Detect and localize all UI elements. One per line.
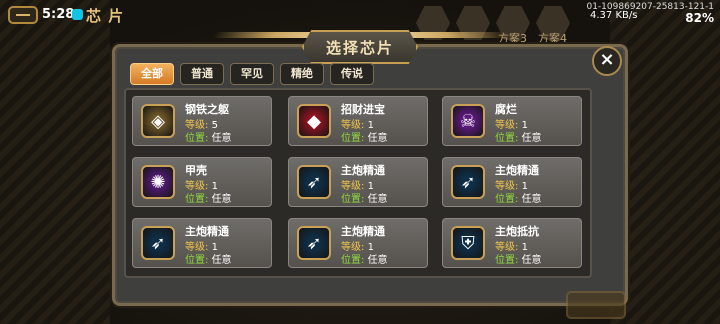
- chip-position-row: 位置: 任意: [341, 190, 388, 205]
- cannon-shell-icon: ➶: [297, 226, 331, 260]
- position-label: 位置:: [185, 255, 209, 266]
- position-label: 位置:: [341, 255, 365, 266]
- chip-card[interactable]: ➶ 主炮精通 等级: 1 位置: 任意: [442, 157, 582, 207]
- fortune-gem-icon: ◆: [297, 104, 331, 138]
- close-button[interactable]: ×: [592, 46, 622, 76]
- hazard-stripes-left: [0, 0, 110, 324]
- chip-position-row: 位置: 任意: [341, 251, 388, 266]
- chip-position-row: 位置: 任意: [185, 190, 232, 205]
- position-label: 位置:: [341, 194, 365, 205]
- chip-position-row: 位置: 任意: [341, 129, 388, 144]
- chip-name: 主炮抵抗: [495, 225, 539, 238]
- chip-position-row: 位置: 任意: [185, 251, 232, 266]
- app-notification-icon: [72, 9, 83, 20]
- chip-name: 主炮精通: [495, 164, 539, 177]
- dialog-title: 选择芯片: [302, 30, 418, 64]
- chip-position: 任意: [367, 133, 388, 144]
- rot-skull-icon: ☠: [451, 104, 485, 138]
- chip-card[interactable]: ☠ 腐烂 等级: 1 位置: 任意: [442, 96, 582, 146]
- back-button[interactable]: [8, 6, 38, 24]
- position-label: 位置:: [185, 133, 209, 144]
- position-label: 位置:: [495, 133, 519, 144]
- position-label: 位置:: [185, 194, 209, 205]
- chip-name: 招财进宝: [341, 103, 385, 116]
- chip-position-row: 位置: 任意: [185, 129, 232, 144]
- cannon-shell-icon: ➶: [141, 226, 175, 260]
- chip-card[interactable]: ✺ 甲壳 等级: 1 位置: 任意: [132, 157, 272, 207]
- cannon-shell-icon: ➶: [297, 165, 331, 199]
- chip-name: 腐烂: [495, 103, 517, 116]
- position-label: 位置:: [495, 194, 519, 205]
- clock: 5:28: [42, 7, 75, 22]
- chip-name: 主炮精通: [341, 225, 385, 238]
- chip-position: 任意: [521, 194, 542, 205]
- chip-card[interactable]: ◆ 招财进宝 等级: 1 位置: 任意: [288, 96, 428, 146]
- chip-position-row: 位置: 任意: [495, 190, 542, 205]
- beetle-shell-icon: ✺: [141, 165, 175, 199]
- tab-rare[interactable]: 罕见: [230, 63, 274, 85]
- position-label: 位置:: [341, 133, 365, 144]
- chip-name: 主炮精通: [341, 164, 385, 177]
- chip-card[interactable]: ➶ 主炮精通 等级: 1 位置: 任意: [288, 157, 428, 207]
- rarity-tabs: 全部 普通 罕见 精绝 传说: [130, 63, 374, 85]
- chip-position: 任意: [521, 255, 542, 266]
- tab-common[interactable]: 普通: [180, 63, 224, 85]
- chip-position: 任意: [211, 255, 232, 266]
- confirm-button[interactable]: [566, 291, 626, 319]
- chip-card[interactable]: ⛨ 主炮抵抗 等级: 1 位置: 任意: [442, 218, 582, 268]
- tab-all[interactable]: 全部: [130, 63, 174, 85]
- chip-name: 甲壳: [185, 164, 207, 177]
- chip-card[interactable]: ➶ 主炮精通 等级: 1 位置: 任意: [132, 218, 272, 268]
- chip-position: 任意: [211, 133, 232, 144]
- cannon-shell-icon: ➶: [451, 165, 485, 199]
- chip-card[interactable]: ➶ 主炮精通 等级: 1 位置: 任意: [288, 218, 428, 268]
- chip-position: 任意: [367, 255, 388, 266]
- tab-legend[interactable]: 传说: [330, 63, 374, 85]
- chip-position-row: 位置: 任意: [495, 251, 542, 266]
- battery-level: 82%: [685, 11, 714, 25]
- chip-card[interactable]: ◈ 钢铁之躯 等级: 5 位置: 任意: [132, 96, 272, 146]
- tab-elite[interactable]: 精绝: [280, 63, 324, 85]
- system-info: 01-109869207-25813-121-1 82%: [586, 2, 714, 24]
- chip-position-row: 位置: 任意: [495, 129, 542, 144]
- shield-icon: ⛨: [451, 226, 485, 260]
- status-bar: 5:28 芯 片 4.37 KB/s 01-109869207-25813-12…: [0, 0, 720, 30]
- chip-name: 主炮精通: [185, 225, 229, 238]
- chip-position: 任意: [367, 194, 388, 205]
- position-label: 位置:: [495, 255, 519, 266]
- chip-position: 任意: [211, 194, 232, 205]
- chip-name: 钢铁之躯: [185, 103, 229, 116]
- chip-position: 任意: [521, 133, 542, 144]
- steel-body-icon: ◈: [141, 104, 175, 138]
- page-title: 芯 片: [86, 7, 125, 25]
